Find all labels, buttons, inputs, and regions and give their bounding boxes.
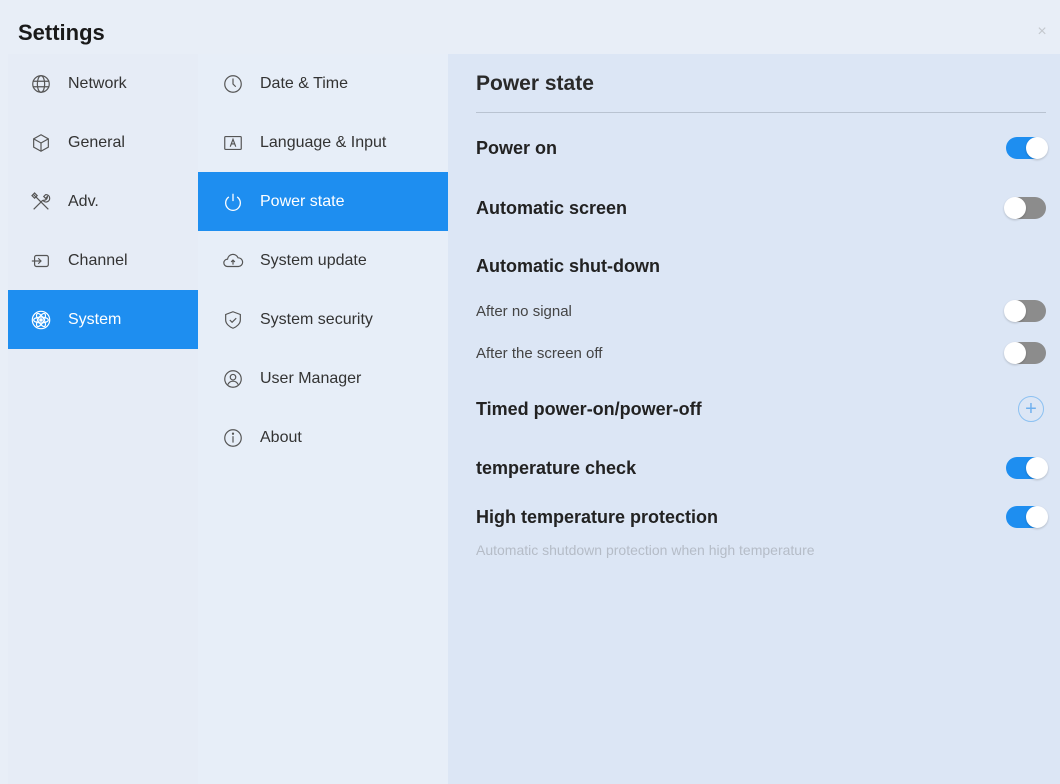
power-on-row: Power on — [476, 134, 1048, 162]
after-no-signal-row: After no signal — [476, 298, 1046, 324]
automatic-shutdown-label: Automatic shut-down — [476, 255, 660, 276]
power-icon — [222, 191, 244, 213]
temperature-check-row: temperature check — [476, 454, 1048, 482]
high-temp-label: High temperature protection — [476, 506, 719, 527]
keyboard-a-icon — [222, 132, 244, 154]
sidebar-item-adv[interactable]: Adv. — [8, 172, 198, 231]
automatic-screen-toggle[interactable] — [1004, 197, 1046, 219]
globe-icon — [30, 73, 52, 95]
submenu-item-label: System security — [260, 310, 373, 328]
automatic-screen-row: Automatic screen — [476, 194, 1046, 222]
settings-window: Settings × Network General Adv. Channel … — [0, 0, 1060, 784]
info-icon — [222, 427, 244, 449]
divider — [476, 112, 1046, 113]
sidebar-item-general[interactable]: General — [8, 113, 198, 172]
automatic-screen-label: Automatic screen — [476, 197, 628, 218]
submenu: Date & Time Language & Input Power state… — [198, 54, 448, 784]
after-screen-off-toggle[interactable] — [1004, 342, 1046, 364]
add-schedule-button[interactable]: + — [1018, 396, 1044, 422]
timed-power-row: Timed power-on/power-off + — [476, 394, 1046, 424]
submenu-item-power-state[interactable]: Power state — [198, 172, 448, 231]
submenu-item-label: Power state — [260, 192, 345, 210]
sidebar-item-channel[interactable]: Channel — [8, 231, 198, 290]
sidebar-item-network[interactable]: Network — [8, 54, 198, 113]
sidebar-item-label: Network — [68, 74, 127, 92]
submenu-item-language[interactable]: Language & Input — [198, 113, 448, 172]
high-temp-toggle[interactable] — [1006, 506, 1048, 528]
submenu-item-date-time[interactable]: Date & Time — [198, 54, 448, 113]
submenu-item-user-manager[interactable]: User Manager — [198, 349, 448, 408]
power-state-panel: Power state Power on Automatic screen Au… — [448, 54, 1060, 784]
after-screen-off-row: After the screen off — [476, 340, 1046, 366]
temperature-check-label: temperature check — [476, 457, 637, 478]
plus-icon: + — [1025, 398, 1037, 420]
sidebar-item-label: System — [68, 310, 122, 328]
sidebar-item-system[interactable]: System — [8, 290, 198, 349]
close-icon[interactable]: × — [1034, 24, 1050, 40]
title-bar: Settings × — [0, 8, 1060, 54]
sidebar-item-label: Channel — [68, 251, 128, 269]
input-icon — [30, 250, 52, 272]
shield-icon — [222, 309, 244, 331]
clock-icon — [222, 73, 244, 95]
cloud-upload-icon — [222, 250, 244, 272]
power-on-toggle[interactable] — [1006, 137, 1048, 159]
panel-title: Power state — [476, 72, 594, 95]
high-temp-row: High temperature protection — [476, 503, 1048, 531]
high-temp-hint: Automatic shutdown protection when high … — [476, 542, 815, 558]
submenu-item-label: System update — [260, 251, 367, 269]
window-title: Settings — [18, 20, 105, 45]
after-screen-off-label: After the screen off — [476, 344, 603, 362]
power-on-label: Power on — [476, 137, 558, 158]
timed-power-label: Timed power-on/power-off — [476, 398, 702, 419]
submenu-item-system-security[interactable]: System security — [198, 290, 448, 349]
submenu-item-label: About — [260, 428, 302, 446]
submenu-item-system-update[interactable]: System update — [198, 231, 448, 290]
user-icon — [222, 368, 244, 390]
temperature-check-toggle[interactable] — [1006, 457, 1048, 479]
sidebar: Network General Adv. Channel System — [8, 54, 198, 784]
after-no-signal-label: After no signal — [476, 302, 572, 320]
submenu-item-about[interactable]: About — [198, 408, 448, 467]
submenu-item-label: User Manager — [260, 369, 362, 387]
submenu-item-label: Language & Input — [260, 133, 387, 151]
sidebar-item-label: Adv. — [68, 192, 99, 210]
tools-icon — [30, 191, 52, 213]
atom-icon — [30, 309, 52, 331]
after-no-signal-toggle[interactable] — [1004, 300, 1046, 322]
cube-icon — [30, 132, 52, 154]
automatic-shutdown-row: Automatic shut-down — [476, 252, 1046, 280]
submenu-item-label: Date & Time — [260, 74, 349, 92]
sidebar-item-label: General — [68, 133, 125, 151]
